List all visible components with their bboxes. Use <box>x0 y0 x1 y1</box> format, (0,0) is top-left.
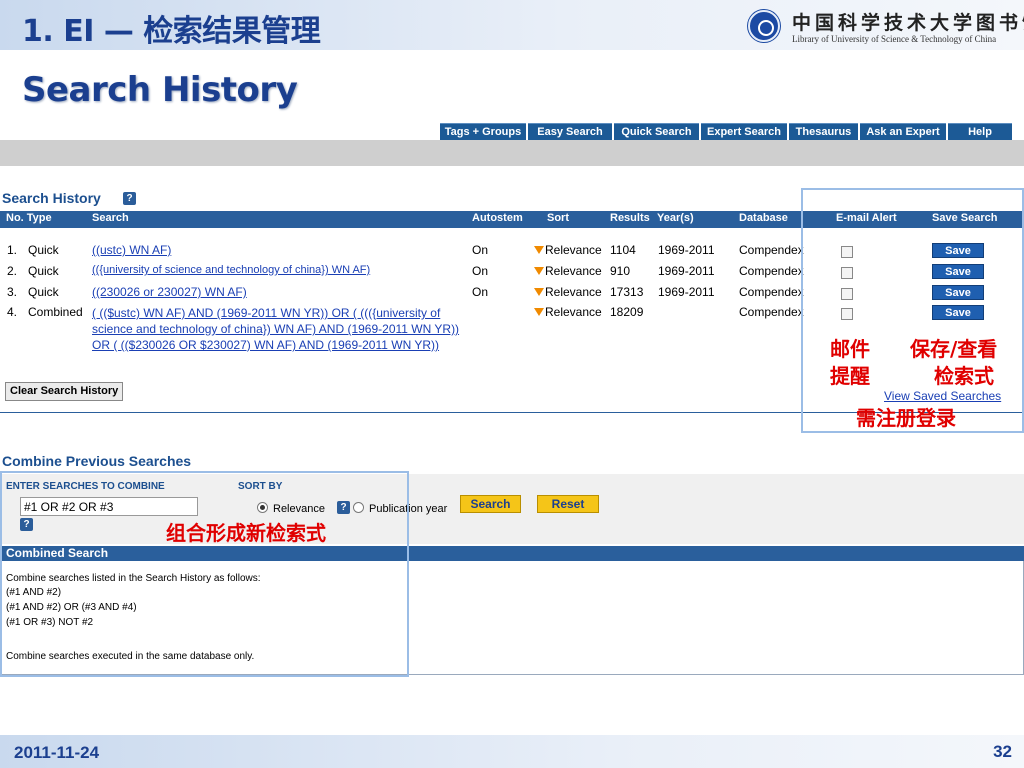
row-years: 1969-2011 <box>658 243 715 257</box>
nav-tabs: Tags + Groups Easy Search Quick Search E… <box>440 123 1012 140</box>
sort-arrow-icon <box>534 267 544 275</box>
col-no-type: No. Type <box>6 212 52 224</box>
logo-english-name: Library of University of Science & Techn… <box>792 34 997 44</box>
logo-chinese-name: 中国科学技术大学图书馆 <box>792 12 1024 34</box>
sort-value[interactable]: Relevance <box>534 305 602 319</box>
row-type: Quick <box>28 264 59 278</box>
row-type: Quick <box>28 285 59 299</box>
row-type: Quick <box>28 243 59 257</box>
search-query-link[interactable]: (({university of science and technology … <box>92 264 370 276</box>
sort-value[interactable]: Relevance <box>534 285 602 299</box>
col-database: Database <box>739 212 788 224</box>
slide-title: 1. EI — 检索结果管理 <box>22 14 321 49</box>
row-number: 3. <box>7 285 18 299</box>
university-seal-icon <box>748 10 780 42</box>
row-results: 18209 <box>610 305 644 319</box>
clear-search-history-button[interactable]: Clear Search History <box>5 382 124 401</box>
combine-reset-button[interactable]: Reset <box>537 495 599 513</box>
col-sort[interactable]: Sort <box>547 212 569 224</box>
col-years: Year(s) <box>657 212 694 224</box>
row-database: Compendex <box>739 285 804 299</box>
row-number: 4. <box>7 305 18 319</box>
tab-expert-search[interactable]: Expert Search <box>701 123 787 140</box>
row-years: 1969-2011 <box>658 264 715 278</box>
search-query-link[interactable]: ((ustc) WN AF) <box>92 243 171 257</box>
row-number: 1. <box>7 243 18 257</box>
tab-help[interactable]: Help <box>948 123 1012 140</box>
tab-tags-groups[interactable]: Tags + Groups <box>440 123 526 140</box>
row-number: 2. <box>7 264 18 278</box>
search-query-link[interactable]: ((230026 or 230027) WN AF) <box>92 285 247 299</box>
combine-title: Combine Previous Searches <box>2 453 192 469</box>
row-autostem: On <box>472 285 489 299</box>
library-logo: 中国科学技术大学图书馆 Library of University of Sci… <box>748 8 1024 46</box>
annotation-save-2: 检索式 <box>934 364 994 388</box>
row-database: Compendex <box>739 305 804 319</box>
row-results: 910 <box>610 264 631 278</box>
highlight-box-save-alert <box>801 188 1024 433</box>
row-results: 1104 <box>610 243 636 257</box>
search-history-title: Search History <box>2 190 101 206</box>
help-icon[interactable]: ? <box>123 192 136 205</box>
page-number: 32 <box>993 742 1012 761</box>
annotation-save-1: 保存/查看 <box>910 337 998 361</box>
annotation-login-required: 需注册登录 <box>856 406 956 430</box>
row-database: Compendex <box>739 243 804 257</box>
combine-search-button[interactable]: Search <box>460 495 521 513</box>
slide-footer: 2011-11-24 32 <box>0 735 1024 768</box>
sort-value[interactable]: Relevance <box>534 264 602 278</box>
annotation-combine: 组合形成新检索式 <box>166 521 326 545</box>
tab-easy-search[interactable]: Easy Search <box>528 123 612 140</box>
col-search: Search <box>92 212 129 224</box>
row-results: 17313 <box>610 285 644 299</box>
annotation-email-alert-2: 提醒 <box>830 364 870 388</box>
sort-value[interactable]: Relevance <box>534 243 602 257</box>
tab-ask-an-expert[interactable]: Ask an Expert <box>860 123 946 140</box>
page-heading: Search History <box>22 70 298 110</box>
col-autostem: Autostem <box>472 212 523 224</box>
row-type: Combined <box>28 305 83 319</box>
sort-arrow-icon <box>534 308 544 316</box>
col-results: Results <box>610 212 650 224</box>
tab-thesaurus[interactable]: Thesaurus <box>789 123 858 140</box>
search-query-link[interactable]: ( (($ustc) WN AF) AND (1969-2011 WN YR))… <box>92 305 462 353</box>
toolbar-band <box>0 140 1024 166</box>
annotation-email-alert-1: 邮件 <box>830 337 870 361</box>
row-autostem: On <box>472 264 489 278</box>
highlight-box-combine <box>0 471 409 677</box>
tab-quick-search[interactable]: Quick Search <box>614 123 699 140</box>
sort-arrow-icon <box>534 246 544 254</box>
row-database: Compendex <box>739 264 804 278</box>
row-autostem: On <box>472 243 489 257</box>
row-years: 1969-2011 <box>658 285 715 299</box>
sort-arrow-icon <box>534 288 544 296</box>
footer-date: 2011-11-24 <box>14 743 100 762</box>
